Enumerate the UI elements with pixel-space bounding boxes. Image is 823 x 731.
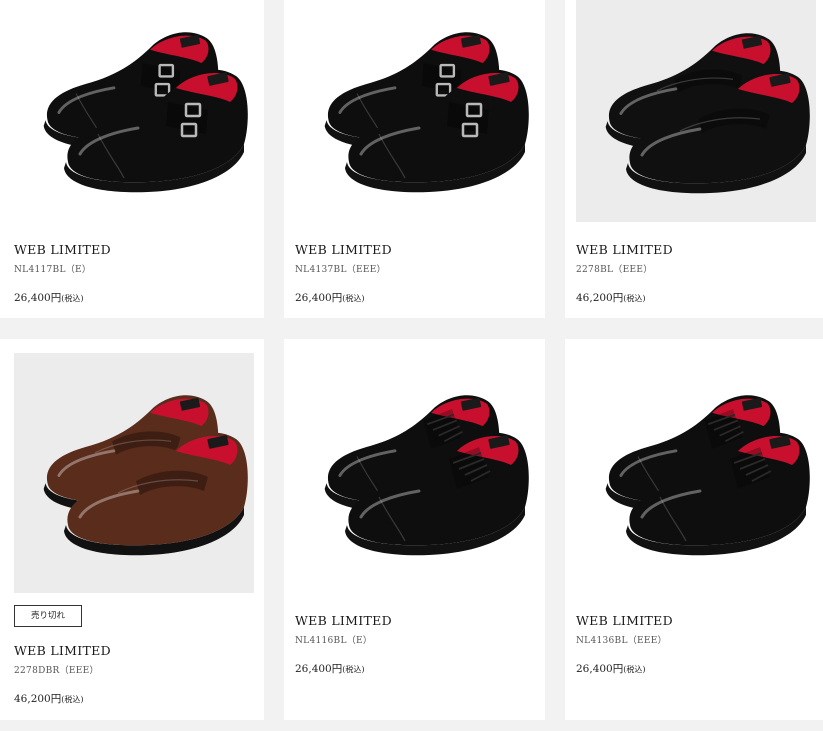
product-card[interactable]: WEB LIMITED 2278BL（EEE） 46,200円(税込) bbox=[565, 0, 823, 318]
product-image[interactable] bbox=[14, 0, 254, 220]
product-image[interactable] bbox=[295, 0, 535, 220]
shoe-image-oxford bbox=[324, 395, 529, 556]
product-title[interactable]: WEB LIMITED bbox=[14, 643, 111, 658]
product-price: 26,400円(税込) bbox=[576, 663, 646, 675]
product-card[interactable]: WEB LIMITED NL4116BL（E） 26,400円(税込) bbox=[284, 339, 545, 720]
shoe-image-double-monk bbox=[324, 32, 529, 193]
shoe-image-double-monk bbox=[43, 32, 248, 193]
shoe-image-oxford bbox=[605, 395, 810, 556]
product-card[interactable]: WEB LIMITED NL4117BL（E） 26,400円(税込) bbox=[0, 0, 264, 318]
product-image[interactable] bbox=[295, 353, 535, 593]
product-code: 2278DBR（EEE） bbox=[14, 666, 99, 676]
product-image[interactable] bbox=[576, 0, 816, 222]
product-code: NL4137BL（EEE） bbox=[295, 265, 386, 275]
product-card[interactable]: 売り切れ WEB LIMITED 2278DBR（EEE） 46,200円(税込… bbox=[0, 339, 264, 720]
product-code: NL4117BL（E） bbox=[14, 265, 92, 275]
product-price: 46,200円(税込) bbox=[14, 693, 84, 705]
product-price: 26,400円(税込) bbox=[14, 292, 84, 304]
product-title[interactable]: WEB LIMITED bbox=[14, 242, 111, 257]
product-code: NL4116BL（E） bbox=[295, 636, 373, 646]
product-price: 46,200円(税込) bbox=[576, 292, 646, 304]
product-image[interactable] bbox=[576, 353, 816, 593]
shoe-image-loafer bbox=[605, 33, 810, 194]
product-code: NL4136BL（EEE） bbox=[576, 636, 667, 646]
product-price: 26,400円(税込) bbox=[295, 663, 365, 675]
product-title[interactable]: WEB LIMITED bbox=[295, 613, 392, 628]
product-title[interactable]: WEB LIMITED bbox=[295, 242, 392, 257]
product-code: 2278BL（EEE） bbox=[576, 265, 653, 275]
product-card[interactable]: WEB LIMITED NL4136BL（EEE） 26,400円(税込) bbox=[565, 339, 823, 720]
product-card[interactable]: WEB LIMITED NL4137BL（EEE） 26,400円(税込) bbox=[284, 0, 545, 318]
product-title[interactable]: WEB LIMITED bbox=[576, 242, 673, 257]
shoe-image-loafer bbox=[43, 395, 248, 556]
product-title[interactable]: WEB LIMITED bbox=[576, 613, 673, 628]
product-price: 26,400円(税込) bbox=[295, 292, 365, 304]
sold-out-badge: 売り切れ bbox=[14, 605, 82, 627]
product-image[interactable] bbox=[14, 353, 254, 593]
